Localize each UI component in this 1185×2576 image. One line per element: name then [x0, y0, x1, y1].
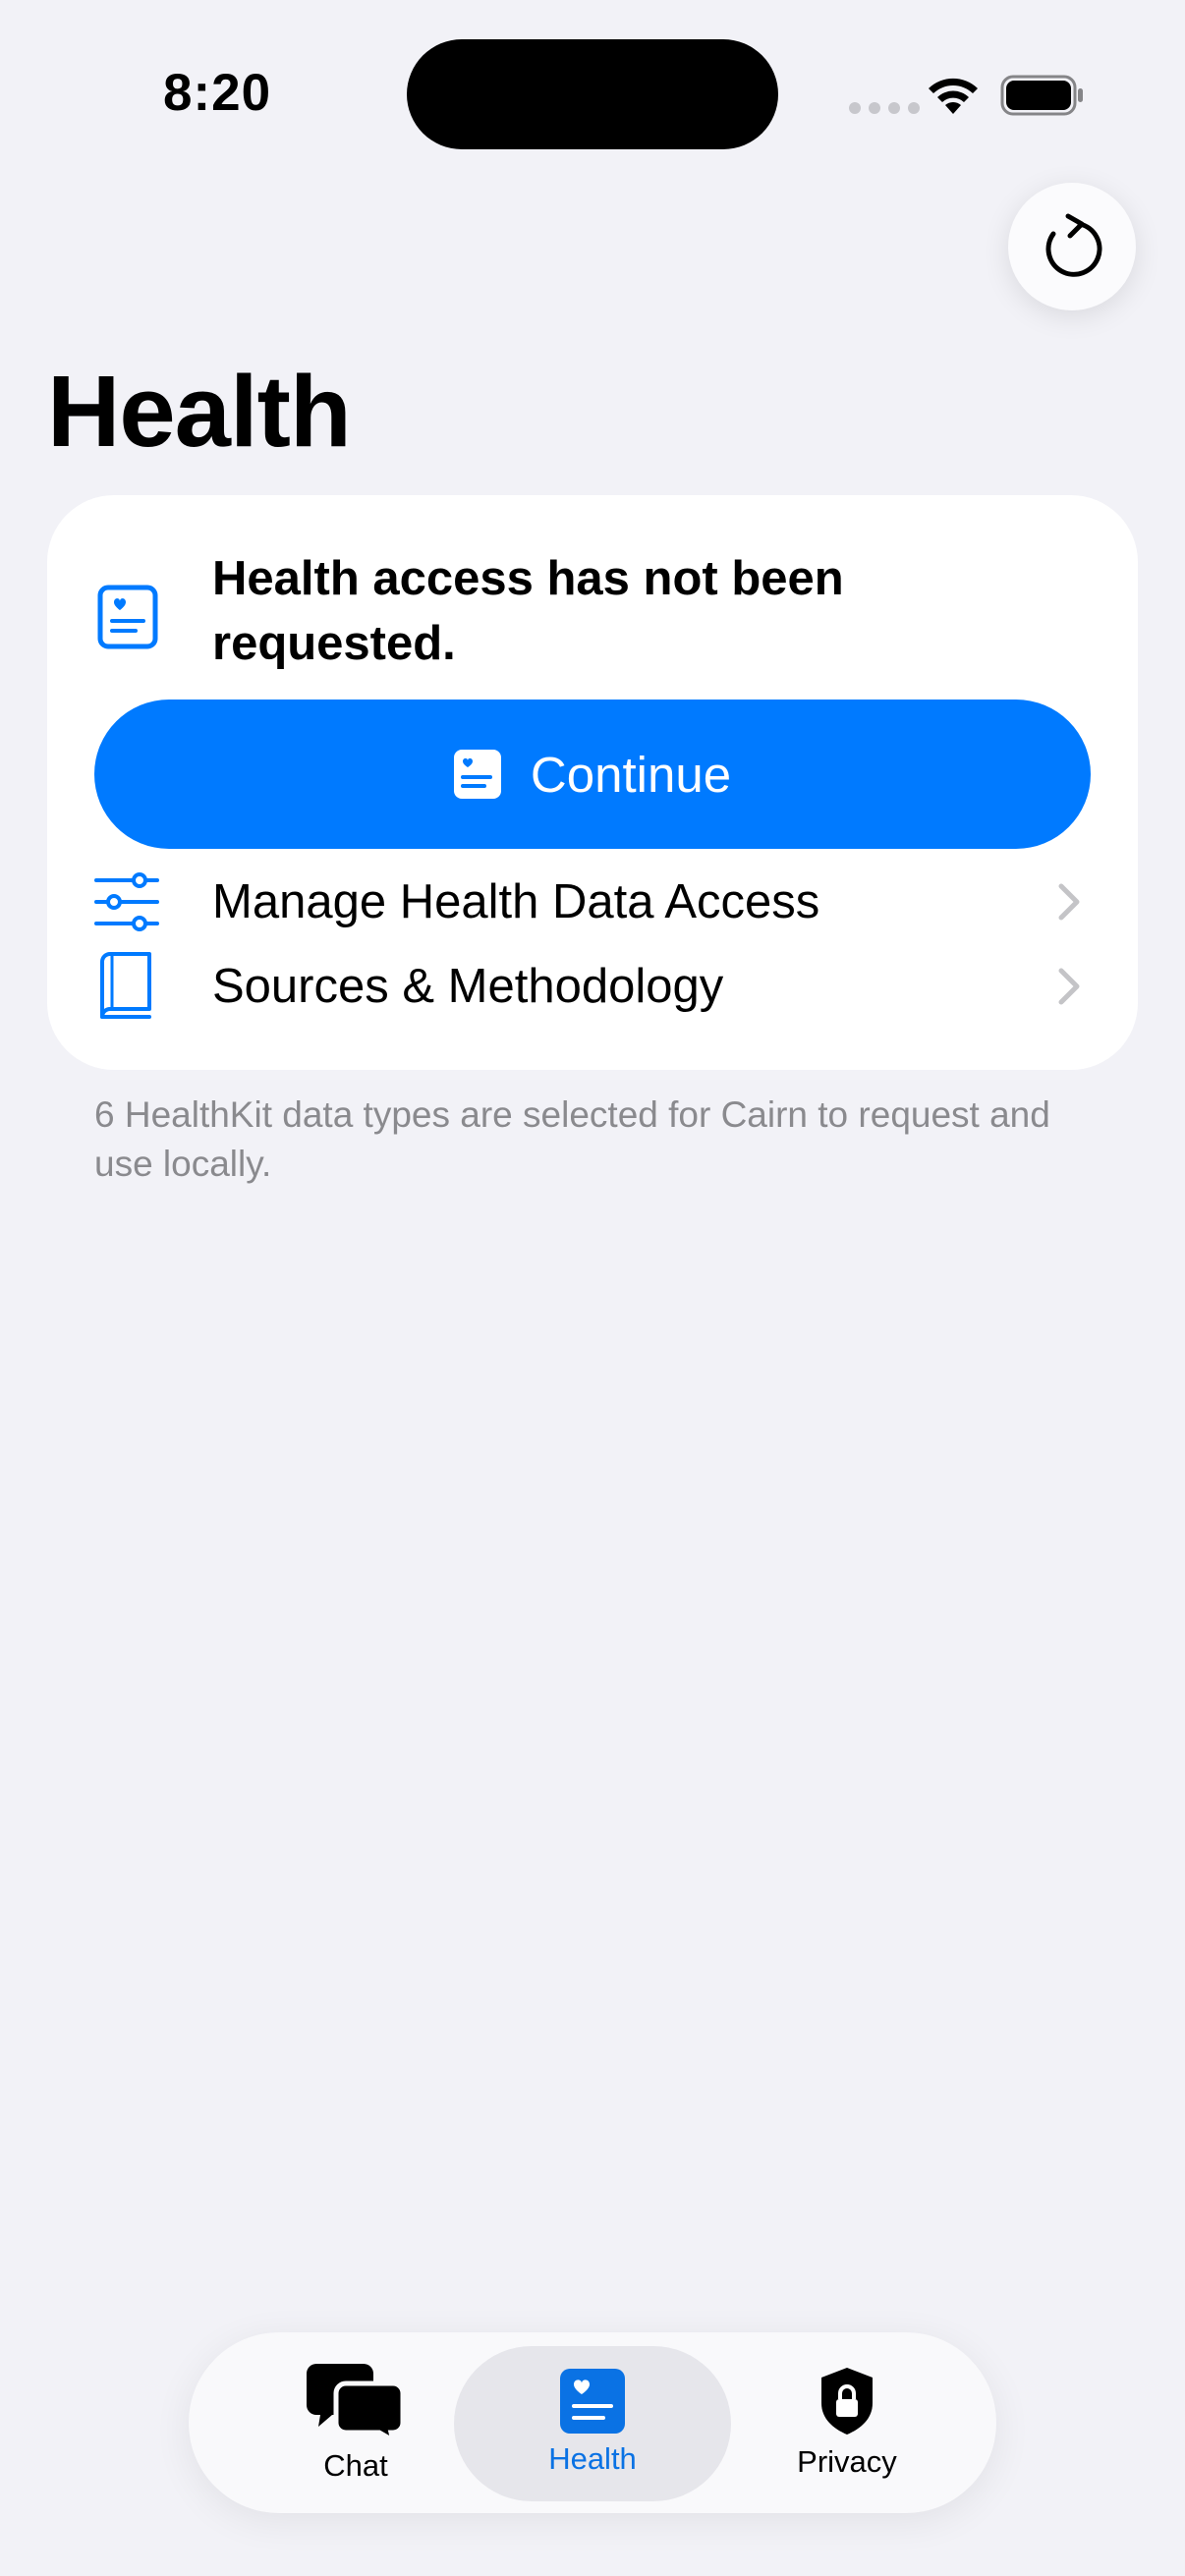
chevron-right-icon [1058, 968, 1080, 1005]
sliders-icon [94, 872, 159, 931]
tab-label: Privacy [797, 2444, 897, 2479]
health-record-icon [97, 585, 158, 649]
cellular-signal-icon [849, 102, 920, 114]
refresh-icon [1045, 213, 1102, 277]
health-access-card: Health access has not been requested. Co… [47, 495, 1138, 1070]
continue-label: Continue [530, 746, 732, 803]
tab-label: Chat [323, 2448, 388, 2483]
tab-label: Health [548, 2441, 637, 2476]
row-label: Manage Health Data Access [212, 875, 820, 928]
health-record-icon [560, 2369, 625, 2434]
book-icon [100, 952, 151, 1019]
battery-icon [1000, 75, 1083, 116]
status-time: 8:20 [163, 64, 272, 122]
tab-health[interactable]: Health [454, 2332, 731, 2513]
wifi-icon [929, 78, 978, 114]
access-status-message: Health access has not been requested. [212, 552, 844, 670]
sources-methodology-row[interactable]: Sources & Methodology [47, 947, 1138, 1026]
tab-privacy[interactable]: Privacy [759, 2332, 935, 2513]
lock-shield-icon [821, 2368, 873, 2435]
chevron-right-icon [1058, 883, 1080, 921]
healthkit-footnote: 6 HealthKit data types are selected for … [94, 1094, 1050, 1184]
dynamic-island [407, 39, 778, 149]
page-title: Health [47, 355, 352, 468]
health-screen: 8:20 Health Health access has not been r… [0, 0, 1185, 2576]
tab-chat[interactable]: Chat [267, 2332, 444, 2513]
refresh-button[interactable] [1008, 183, 1136, 310]
continue-button[interactable]: Continue [94, 700, 1091, 849]
chat-bubbles-icon [307, 2364, 405, 2440]
health-record-icon [453, 750, 501, 799]
row-label: Sources & Methodology [212, 960, 724, 1013]
manage-health-data-access-row[interactable]: Manage Health Data Access [47, 863, 1138, 941]
tab-bar: Chat Health Privacy [189, 2332, 996, 2513]
